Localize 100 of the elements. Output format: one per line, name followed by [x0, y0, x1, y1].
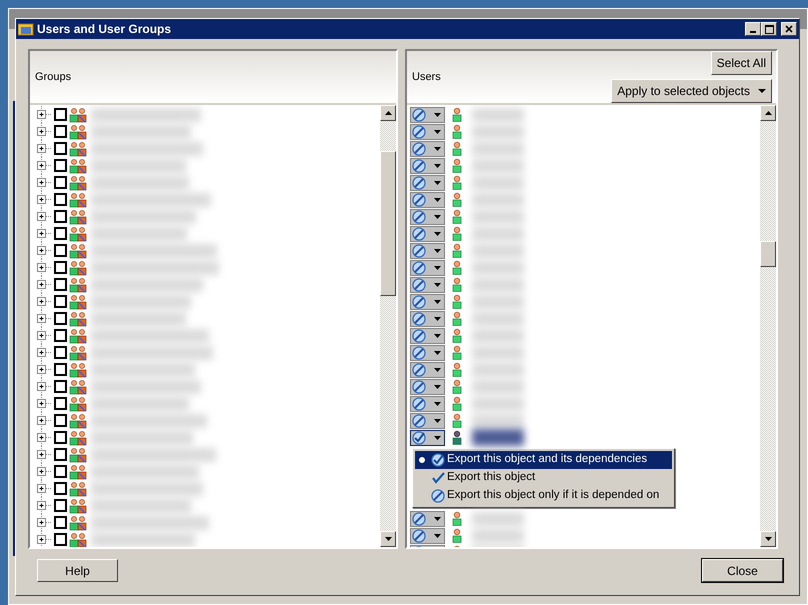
- menu-item[interactable]: Export this object only if it is depended on: [415, 487, 672, 505]
- user-group-icon: [69, 480, 87, 496]
- user-group-icon: [69, 514, 87, 530]
- checkbox[interactable]: [54, 159, 67, 172]
- expand-icon[interactable]: [36, 242, 52, 259]
- expand-icon[interactable]: [36, 446, 52, 463]
- checkbox[interactable]: [54, 414, 67, 427]
- export-mode-dropdown[interactable]: [410, 510, 445, 526]
- export-mode-dropdown[interactable]: [410, 124, 445, 140]
- scrollbar-thumb[interactable]: [380, 151, 396, 296]
- checkbox[interactable]: [54, 125, 67, 138]
- export-mode-dropdown[interactable]: [410, 412, 445, 428]
- checkbox[interactable]: [54, 295, 67, 308]
- expand-icon[interactable]: [36, 140, 52, 157]
- export-mode-dropdown[interactable]: [410, 430, 445, 446]
- caret-icon: [434, 248, 441, 252]
- expand-icon[interactable]: [36, 361, 52, 378]
- no-entry-icon: [412, 396, 426, 410]
- export-mode-dropdown[interactable]: [410, 378, 445, 394]
- checkbox[interactable]: [54, 176, 67, 189]
- scroll-up-button[interactable]: [380, 105, 396, 121]
- export-mode-dropdown[interactable]: [410, 106, 445, 122]
- user-icon: [452, 107, 462, 122]
- expand-icon[interactable]: [36, 191, 52, 208]
- expand-icon[interactable]: [36, 259, 52, 276]
- expand-icon[interactable]: [36, 174, 52, 191]
- checkbox[interactable]: [54, 533, 67, 546]
- expand-icon[interactable]: [36, 480, 52, 497]
- export-mode-dropdown[interactable]: [410, 192, 445, 208]
- export-mode-dropdown[interactable]: [410, 294, 445, 310]
- expand-icon[interactable]: [36, 310, 52, 327]
- export-mode-dropdown[interactable]: [410, 344, 445, 360]
- expand-icon[interactable]: [36, 531, 52, 547]
- checkbox[interactable]: [54, 278, 67, 291]
- maximize-button[interactable]: [761, 22, 777, 36]
- expand-icon[interactable]: [36, 123, 52, 140]
- export-mode-dropdown[interactable]: [410, 310, 445, 326]
- menu-item[interactable]: Export this object: [415, 469, 672, 487]
- expand-icon[interactable]: [36, 225, 52, 242]
- checkbox[interactable]: [54, 244, 67, 257]
- checkbox[interactable]: [54, 108, 67, 121]
- expand-icon[interactable]: [36, 327, 52, 344]
- no-entry-icon: [412, 142, 426, 156]
- expand-icon[interactable]: [36, 208, 52, 225]
- select-all-button[interactable]: Select All: [710, 51, 772, 75]
- expand-icon[interactable]: [36, 293, 52, 310]
- expand-icon[interactable]: [36, 514, 52, 531]
- checkbox[interactable]: [54, 397, 67, 410]
- minimize-button[interactable]: [745, 22, 761, 36]
- checkbox[interactable]: [54, 227, 67, 240]
- no-entry-icon: [412, 158, 426, 172]
- export-mode-dropdown[interactable]: [410, 242, 445, 258]
- checkbox[interactable]: [54, 465, 67, 478]
- checkbox[interactable]: [54, 329, 67, 342]
- expand-icon[interactable]: [36, 378, 52, 395]
- export-mode-dropdown[interactable]: [410, 260, 445, 276]
- expand-icon[interactable]: [36, 412, 52, 429]
- export-mode-dropdown[interactable]: [410, 276, 445, 292]
- scroll-down-button[interactable]: [760, 531, 776, 547]
- export-mode-dropdown[interactable]: [410, 328, 445, 344]
- checkbox[interactable]: [54, 363, 67, 376]
- export-mode-dropdown[interactable]: [410, 528, 445, 544]
- scroll-down-button[interactable]: [380, 531, 396, 547]
- expand-icon[interactable]: [36, 276, 52, 293]
- scroll-up-button[interactable]: [760, 105, 776, 121]
- checkbox[interactable]: [54, 482, 67, 495]
- checkbox[interactable]: [54, 380, 67, 393]
- checkbox[interactable]: [54, 312, 67, 325]
- export-mode-dropdown[interactable]: [410, 174, 445, 190]
- expand-icon[interactable]: [36, 344, 52, 361]
- help-button[interactable]: Help: [37, 559, 118, 582]
- checkbox[interactable]: [54, 499, 67, 512]
- user-group-icon: [69, 260, 87, 276]
- close-button[interactable]: [781, 22, 797, 36]
- checkbox[interactable]: [54, 346, 67, 359]
- export-mode-dropdown[interactable]: [410, 362, 445, 378]
- expand-icon[interactable]: [36, 429, 52, 446]
- export-mode-dropdown[interactable]: [410, 226, 445, 242]
- checkbox[interactable]: [54, 261, 67, 274]
- close-dialog-button[interactable]: Close: [702, 559, 783, 582]
- export-mode-dropdown[interactable]: [410, 158, 445, 174]
- checkbox[interactable]: [54, 193, 67, 206]
- expand-icon[interactable]: [36, 157, 52, 174]
- export-mode-dropdown[interactable]: [410, 208, 445, 224]
- checkbox[interactable]: [54, 431, 67, 444]
- export-mode-dropdown[interactable]: [410, 396, 445, 412]
- checkbox[interactable]: [54, 210, 67, 223]
- checkbox[interactable]: [54, 142, 67, 155]
- expand-icon[interactable]: [36, 395, 52, 412]
- user-icon: [452, 413, 462, 428]
- scrollbar-thumb[interactable]: [760, 241, 776, 267]
- expand-icon[interactable]: [36, 463, 52, 480]
- checkbox[interactable]: [54, 516, 67, 529]
- menu-item[interactable]: Export this object and its dependencies: [415, 451, 672, 469]
- no-entry-icon: [412, 528, 426, 542]
- expand-icon[interactable]: [36, 497, 52, 514]
- apply-dropdown-button[interactable]: Apply to selected objects: [611, 79, 772, 103]
- checkbox[interactable]: [54, 448, 67, 461]
- export-mode-dropdown[interactable]: [410, 140, 445, 156]
- expand-icon[interactable]: [36, 106, 52, 123]
